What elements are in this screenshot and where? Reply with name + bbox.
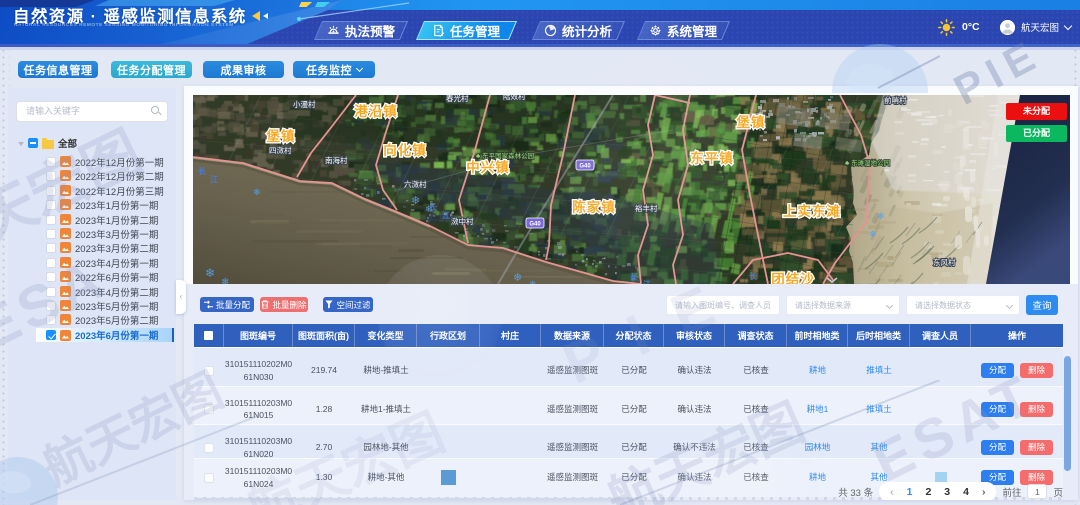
svg-text:❄: ❄ bbox=[513, 272, 522, 284]
svg-text:G40: G40 bbox=[579, 164, 591, 170]
svg-text:前哨村: 前哨村 bbox=[884, 95, 907, 105]
svg-text:堡镇: 堡镇 bbox=[267, 128, 296, 144]
svg-text:长: 长 bbox=[630, 272, 639, 282]
svg-text:南海村: 南海村 bbox=[325, 155, 348, 165]
svg-text:❄: ❄ bbox=[205, 266, 215, 280]
svg-text:中兴镇: 中兴镇 bbox=[466, 159, 510, 175]
svg-text:向化镇: 向化镇 bbox=[383, 142, 427, 158]
svg-text:春光村: 春光村 bbox=[446, 95, 469, 103]
svg-text:东平镇: 东平镇 bbox=[690, 150, 734, 166]
svg-text:团结沙: 团结沙 bbox=[771, 271, 815, 284]
svg-text:陆效村: 陆效村 bbox=[503, 95, 526, 101]
svg-text:陈家镇: 陈家镇 bbox=[572, 199, 616, 215]
svg-text:东风村: 东风村 bbox=[933, 257, 956, 267]
svg-text:江: 江 bbox=[442, 210, 450, 220]
svg-text:四滧村: 四滧村 bbox=[269, 145, 292, 155]
svg-text:江: 江 bbox=[210, 174, 218, 184]
svg-text:六滧村: 六滧村 bbox=[404, 179, 427, 189]
svg-text:长: 长 bbox=[198, 166, 207, 176]
svg-text:♣ 东平国家森林公园: ♣ 东平国家森林公园 bbox=[476, 151, 534, 160]
svg-text:小漫村: 小漫村 bbox=[293, 99, 316, 109]
svg-text:堡镇: 堡镇 bbox=[737, 114, 766, 130]
svg-text:❄: ❄ bbox=[869, 229, 877, 239]
svg-text:上实东滩: 上实东滩 bbox=[783, 203, 841, 219]
svg-text:G40: G40 bbox=[529, 222, 541, 228]
svg-text:滧中村: 滧中村 bbox=[451, 216, 474, 226]
svg-text:港沿镇: 港沿镇 bbox=[354, 103, 398, 119]
svg-text:长: 长 bbox=[429, 202, 438, 212]
svg-text:❄: ❄ bbox=[411, 195, 420, 207]
svg-text:❄: ❄ bbox=[221, 277, 229, 284]
svg-text:❄: ❄ bbox=[877, 211, 885, 221]
svg-text:❄: ❄ bbox=[253, 187, 261, 197]
svg-text:长: 长 bbox=[749, 271, 758, 281]
svg-text:裕丰村: 裕丰村 bbox=[635, 203, 658, 213]
svg-text:♣ 东滩湿地公园: ♣ 东滩湿地公园 bbox=[845, 158, 890, 167]
